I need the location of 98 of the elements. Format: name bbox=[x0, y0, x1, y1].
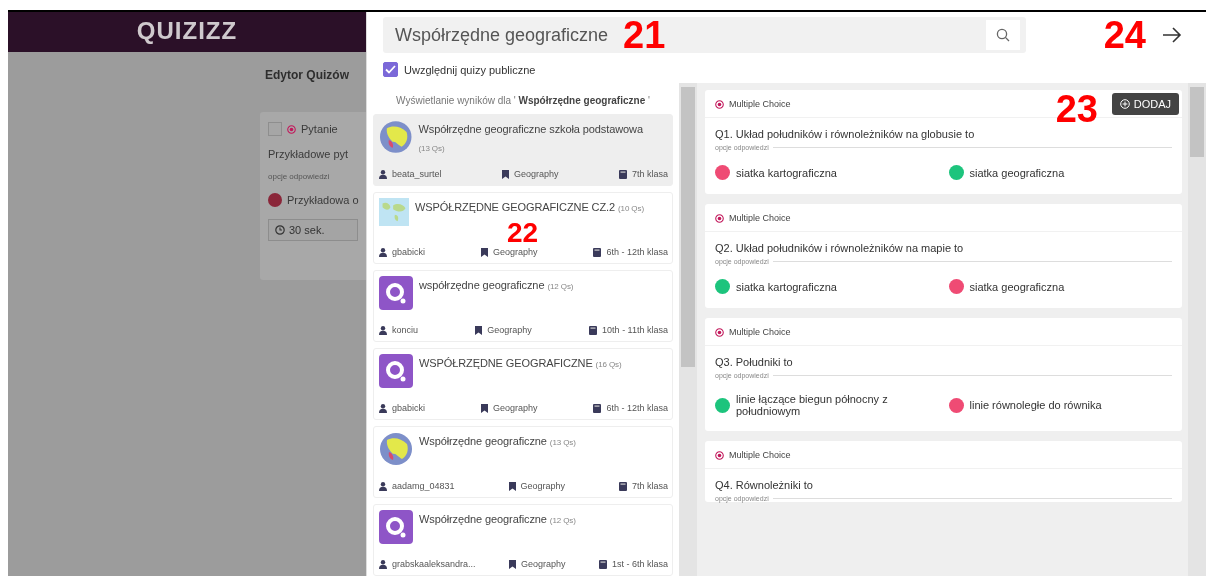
subject-label: Geography bbox=[487, 325, 532, 335]
answer-text: siatka kartograficzna bbox=[736, 280, 837, 293]
answer-text: siatka geograficzna bbox=[969, 280, 1065, 293]
clock-icon bbox=[275, 225, 285, 235]
include-public-checkbox[interactable]: Uwzględnij quizy publiczne bbox=[367, 54, 1206, 83]
add-button[interactable]: DODAJ bbox=[1111, 93, 1179, 115]
bookmark-icon bbox=[502, 169, 509, 179]
checkmark-icon bbox=[385, 65, 396, 74]
grade-label: 7th klasa bbox=[631, 169, 668, 179]
book-icon bbox=[618, 481, 627, 491]
quiz-logo-thumbnail bbox=[379, 354, 413, 388]
author-name: gbabicki bbox=[392, 247, 426, 257]
quiz-title: współrzędne geograficzne (12 Qs) bbox=[419, 278, 574, 293]
author-name: beata_surtel bbox=[392, 169, 442, 179]
grade-label: 10th - 11th klasa bbox=[602, 325, 668, 335]
subject-label: Geography bbox=[521, 559, 566, 569]
book-icon bbox=[598, 559, 607, 569]
subject-label: Geography bbox=[520, 481, 566, 491]
quiz-logo-thumbnail bbox=[379, 276, 413, 310]
question-text: Q1. Układ południków i równoleżników na globusie to bbox=[714, 127, 976, 142]
quiz-logo-thumbnail bbox=[379, 510, 413, 544]
quiz-result-item[interactable]: WSPÓŁRZĘDNE GEOGRAFICZNE (16 Qs) gbabicki Geography 6th - 12th klasa bbox=[373, 348, 673, 420]
answer-text: Przykładowa o bbox=[287, 194, 359, 206]
results-caption: Wyświetlanie wyników dla ' Współrzędne geograficzne ' bbox=[395, 94, 651, 108]
callout-number: 21 bbox=[623, 16, 666, 54]
question-text: Przykładowe pyt bbox=[268, 148, 349, 160]
question-text: Q2. Układ południków i równoleżników na mapie to bbox=[714, 241, 965, 256]
question-type-label: Multiple Choice bbox=[729, 99, 791, 109]
arrow-right-icon bbox=[1162, 26, 1182, 44]
time-select[interactable]: 30 sek. bbox=[268, 219, 358, 241]
bookmark-icon bbox=[475, 325, 483, 335]
person-icon bbox=[379, 559, 387, 569]
grade-label: 6th - 12th klasa bbox=[606, 247, 668, 257]
quiz-title: Współrzędne geograficzne (12 Qs) bbox=[419, 512, 576, 527]
answer-text: linie równoległe do równika bbox=[969, 399, 1102, 411]
subject-label: Geography bbox=[492, 403, 538, 413]
book-icon bbox=[618, 169, 627, 179]
grade-label: 7th klasa bbox=[631, 481, 668, 491]
book-icon bbox=[593, 247, 602, 257]
scrollbar[interactable] bbox=[679, 83, 697, 576]
grade-label: 6th - 12th klasa bbox=[606, 403, 668, 413]
radio-icon bbox=[715, 327, 724, 337]
map-thumbnail bbox=[379, 198, 409, 226]
callout-number: 24 bbox=[1103, 16, 1146, 54]
quizizz-logo: QUIZIZZ bbox=[136, 17, 238, 45]
answer-text: siatka geograficzna bbox=[969, 166, 1065, 179]
person-icon bbox=[379, 247, 387, 257]
question-type-label: Pytanie bbox=[301, 123, 338, 135]
question-type-label: Multiple Choice bbox=[729, 213, 791, 223]
menu-icon bbox=[268, 122, 282, 136]
radio-icon bbox=[715, 213, 724, 223]
book-icon bbox=[593, 403, 602, 413]
author-name: grabskaaleksandra... bbox=[392, 559, 476, 569]
radio-icon bbox=[715, 99, 724, 109]
person-icon bbox=[379, 169, 387, 179]
subject-label: Geography bbox=[514, 169, 559, 179]
answer-text: linie łączące biegun północny z południowym bbox=[736, 393, 889, 417]
search-field[interactable]: Współrzędne geograficzne 21 bbox=[383, 17, 1026, 53]
quiz-title: WSPÓŁRZĘDNE GEOGRAFICZNE CZ.2 (10 Qs) bbox=[415, 200, 644, 215]
author-name: aadamg_04831 bbox=[392, 481, 455, 491]
person-icon bbox=[379, 325, 387, 335]
quiz-title: Współrzędne geograficzne szkoła podstawowa (13 Qs) bbox=[418, 122, 644, 155]
quiz-result-item[interactable]: Współrzędne geograficzne (13 Qs) aadamg_04831 Geography 7th klasa bbox=[373, 426, 673, 498]
globe-thumbnail bbox=[379, 120, 413, 154]
globe-thumbnail bbox=[379, 432, 413, 466]
question-text: Q4. Równoleżniki to bbox=[714, 478, 814, 493]
grade-label: 1st - 6th klasa bbox=[611, 559, 668, 569]
person-icon bbox=[379, 403, 387, 413]
bookmark-icon bbox=[480, 403, 488, 413]
radio-icon bbox=[715, 450, 724, 460]
search-button[interactable] bbox=[986, 20, 1020, 50]
bookmark-icon bbox=[509, 559, 516, 569]
options-label: opcje odpowiedzi bbox=[268, 172, 330, 181]
quiz-title: Współrzędne geograficzne (13 Qs) bbox=[419, 434, 576, 449]
question-type-label: Multiple Choice bbox=[729, 327, 791, 337]
quiz-result-item[interactable]: Współrzędne geograficzne szkoła podstawowa (13 Qs) beata_surtel Geography 7th klasa bbox=[373, 114, 673, 186]
author-name: konciu bbox=[392, 325, 418, 335]
bookmark-icon bbox=[480, 247, 488, 257]
search-icon bbox=[996, 28, 1010, 42]
callout-number: 22 bbox=[507, 219, 539, 247]
search-input[interactable]: Współrzędne geograficzne bbox=[395, 24, 617, 46]
quiz-title: WSPÓŁRZĘDNE GEOGRAFICZNE (16 Qs) bbox=[419, 356, 622, 371]
question-text: Q3. Południki to bbox=[714, 355, 794, 370]
answer-dot bbox=[268, 193, 282, 207]
quiz-result-item[interactable]: współrzędne geograficzne (12 Qs) konciu Geography 10th - 11th klasa bbox=[373, 270, 673, 342]
question-type-label: Multiple Choice bbox=[729, 450, 791, 460]
radio-icon bbox=[287, 124, 296, 134]
subject-label: Geography bbox=[492, 247, 538, 257]
answer-text: siatka kartograficzna bbox=[736, 166, 837, 179]
author-name: gbabicki bbox=[392, 403, 426, 413]
callout-number: 23 bbox=[1055, 90, 1098, 128]
bookmark-icon bbox=[508, 481, 516, 491]
quiz-result-item[interactable]: Współrzędne geograficzne (12 Qs) grabskaaleksandra... Geography 1st - 6th klasa bbox=[373, 504, 673, 576]
person-icon bbox=[379, 481, 387, 491]
scrollbar[interactable] bbox=[1188, 83, 1206, 576]
editor-title: Edytor Quizów bbox=[265, 68, 350, 82]
plus-circle-icon bbox=[1119, 99, 1130, 109]
book-icon bbox=[589, 325, 598, 335]
